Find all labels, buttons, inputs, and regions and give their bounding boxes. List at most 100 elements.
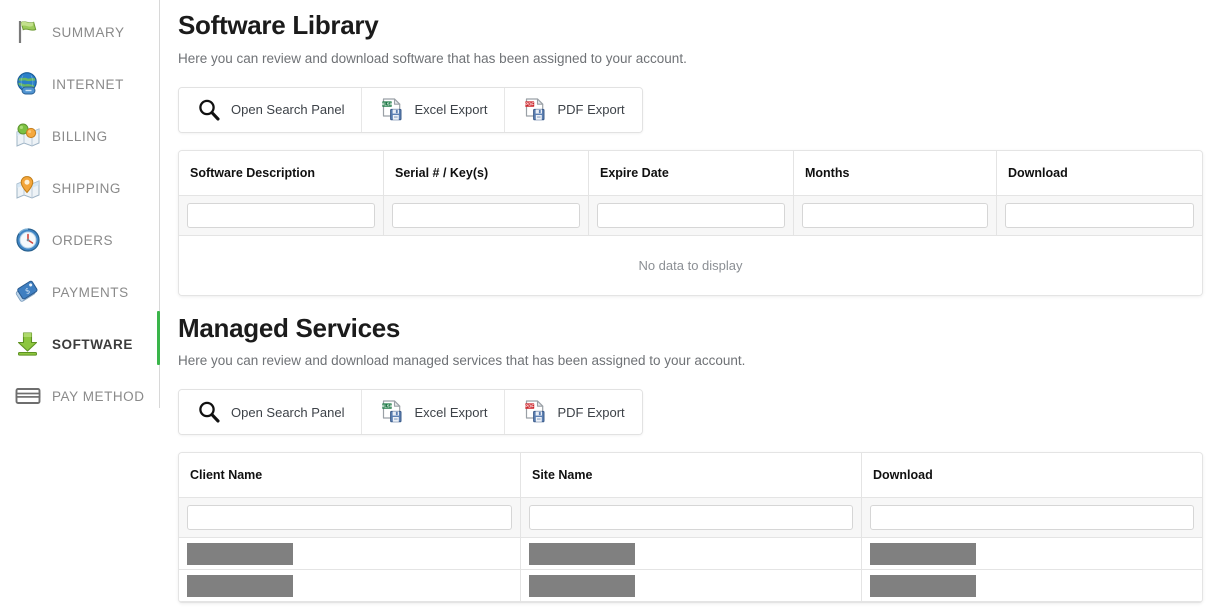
redacted-value (529, 574, 635, 597)
sidebar-item-orders[interactable]: ORDERS (0, 214, 160, 266)
search-icon (196, 399, 222, 425)
sidebar-item-label: SHIPPING (52, 180, 121, 196)
page-root: SUMMARY INTERNET BILLING SHIPPING ORDERS (0, 0, 1217, 610)
sidebar-item-shipping[interactable]: SHIPPING (0, 162, 160, 214)
sidebar-item-label: SOFTWARE (52, 336, 133, 352)
filter-input-client-name[interactable] (187, 505, 512, 531)
pdf-export-icon: PDF (522, 97, 548, 123)
software-toolbar: Open Search Panel XLSX Excel Export PDF … (178, 86, 643, 133)
button-label: PDF Export (557, 102, 625, 118)
column-header-site-name[interactable]: Site Name (521, 453, 862, 498)
sidebar-item-internet[interactable]: INTERNET (0, 58, 160, 110)
filter-input-site-name[interactable] (529, 505, 853, 531)
sidebar-item-label: PAYMENTS (52, 284, 129, 300)
svg-text:PDF: PDF (526, 101, 535, 106)
software-table: Software Description Serial # / Key(s) E… (178, 149, 1203, 296)
page-title: Software Library (178, 10, 379, 40)
filter-cell (384, 195, 589, 235)
filter-cell (179, 195, 384, 235)
pdf-export-button[interactable]: PDF PDF Export (505, 87, 642, 132)
sidebar-item-label: ORDERS (52, 232, 114, 248)
sidebar-item-billing[interactable]: BILLING (0, 110, 160, 162)
table-row[interactable] (179, 570, 1202, 603)
sidebar-active-indicator (157, 311, 160, 365)
filter-input-download[interactable] (1005, 202, 1194, 228)
download-icon (14, 330, 42, 358)
table-row[interactable] (179, 538, 1202, 571)
search-icon (196, 97, 222, 123)
button-label: PDF Export (557, 404, 625, 420)
button-label: Excel Export (414, 102, 488, 118)
button-label: Excel Export (414, 404, 488, 420)
column-header-serial-keys[interactable]: Serial # / Key(s) (384, 150, 589, 195)
sidebar-item-software[interactable]: SOFTWARE (0, 318, 160, 370)
filter-input-download[interactable] (870, 505, 1194, 531)
filter-cell (179, 498, 521, 538)
redacted-value (529, 542, 635, 565)
column-header-client-name[interactable]: Client Name (179, 453, 521, 498)
button-label: Open Search Panel (231, 102, 345, 118)
page-subtitle: Here you can review and download softwar… (178, 50, 687, 66)
price-tags-icon: $ (14, 278, 42, 306)
pdf-export-button[interactable]: PDF PDF Export (505, 390, 642, 435)
main-content: Software Library Here you can review and… (160, 0, 1217, 610)
filter-input-months[interactable] (802, 202, 988, 228)
open-search-panel-button[interactable]: Open Search Panel (179, 87, 363, 132)
managed-services-subtitle: Here you can review and download managed… (178, 353, 746, 369)
svg-text:XLSX: XLSX (382, 404, 393, 409)
table-header-row: Client Name Site Name Download (179, 453, 1202, 499)
credit-card-icon (14, 382, 42, 410)
empty-state-message: No data to display (179, 235, 1202, 295)
table-cell-site-name (521, 538, 862, 570)
flag-icon (14, 18, 42, 46)
svg-text:XLSX: XLSX (382, 101, 393, 106)
managed-services-table: Client Name Site Name Download (178, 452, 1203, 604)
filter-input-serial-keys[interactable] (392, 202, 580, 228)
excel-export-button[interactable]: XLSX Excel Export (362, 87, 506, 132)
pdf-export-icon: PDF (522, 399, 548, 425)
excel-export-icon: XLSX (379, 97, 405, 123)
table-filter-row (179, 498, 1202, 539)
map-pin-icon (14, 174, 42, 202)
redacted-value (187, 574, 293, 597)
svg-text:PDF: PDF (526, 404, 535, 409)
sidebar-item-label: SUMMARY (52, 24, 125, 40)
open-search-panel-button[interactable]: Open Search Panel (179, 390, 363, 435)
filter-cell (997, 196, 1202, 235)
filter-input-expire-date[interactable] (597, 202, 785, 228)
table-cell-download (862, 570, 1202, 601)
sidebar-item-payments[interactable]: $ PAYMENTS (0, 266, 160, 318)
sidebar-item-summary[interactable]: SUMMARY (0, 6, 160, 58)
table-filter-row (179, 195, 1202, 236)
redacted-value (870, 542, 976, 565)
sidebar-item-label: PAY METHOD (52, 388, 145, 404)
redacted-value (870, 574, 976, 597)
column-header-expire-date[interactable]: Expire Date (589, 150, 794, 195)
excel-export-icon: XLSX (379, 399, 405, 425)
clock-icon (14, 226, 42, 254)
table-header-row: Software Description Serial # / Key(s) E… (179, 150, 1202, 196)
sidebar-item-pay-method[interactable]: PAY METHOD (0, 370, 160, 422)
filter-cell (794, 195, 997, 235)
column-header-months[interactable]: Months (794, 150, 997, 195)
map-pins-icon (14, 122, 42, 150)
table-cell-site-name (521, 570, 862, 602)
filter-cell (589, 195, 794, 235)
column-header-download[interactable]: Download (997, 151, 1202, 195)
filter-cell (521, 498, 862, 538)
redacted-value (187, 542, 293, 565)
button-label: Open Search Panel (231, 404, 345, 420)
table-cell-download (862, 538, 1202, 569)
column-header-download[interactable]: Download (862, 453, 1202, 497)
table-cell-client-name (179, 570, 521, 602)
filter-cell (862, 498, 1202, 537)
column-header-software-description[interactable]: Software Description (179, 150, 384, 195)
excel-export-button[interactable]: XLSX Excel Export (362, 390, 506, 435)
globe-link-icon (14, 70, 42, 98)
filter-input-software-description[interactable] (187, 202, 375, 228)
table-cell-client-name (179, 538, 521, 570)
sidebar: SUMMARY INTERNET BILLING SHIPPING ORDERS (0, 0, 160, 610)
sidebar-item-label: BILLING (52, 128, 108, 144)
managed-services-toolbar: Open Search Panel XLSX Excel Export PDF … (178, 389, 643, 436)
managed-services-title: Managed Services (178, 312, 401, 343)
